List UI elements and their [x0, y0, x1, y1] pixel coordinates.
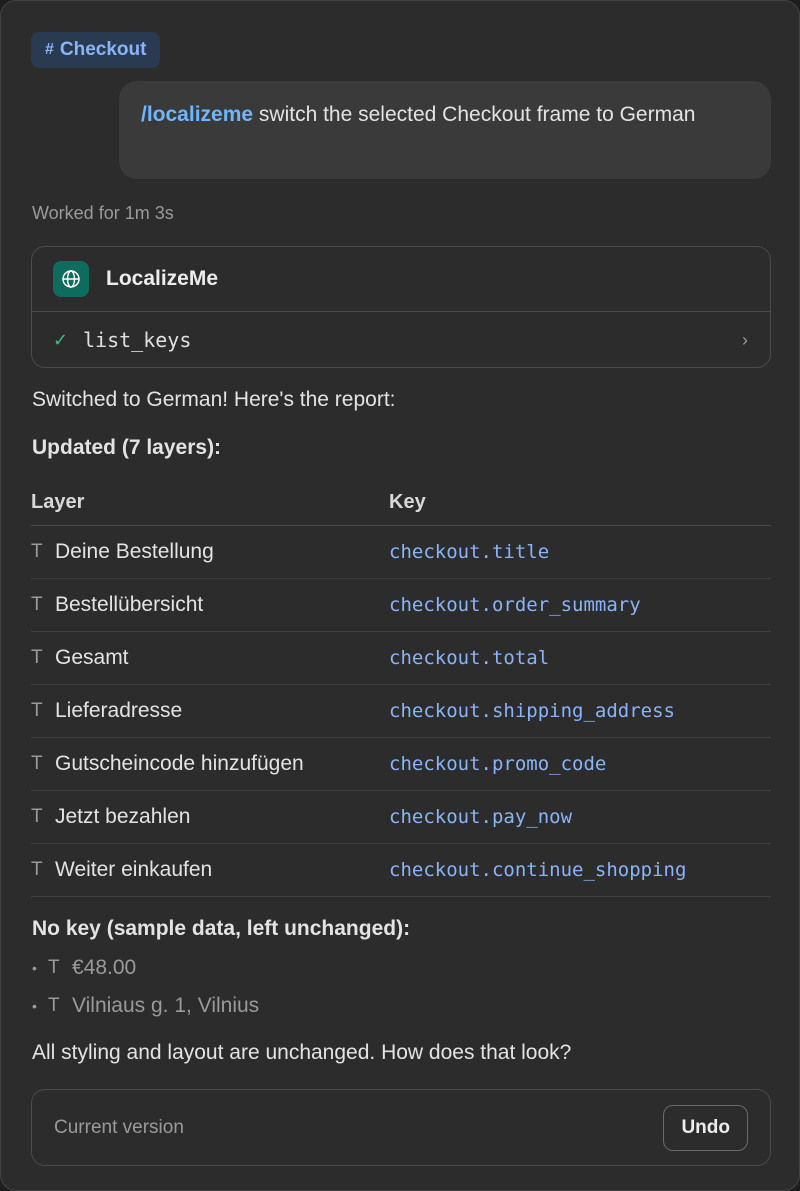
response-closing: All styling and layout are unchanged. Ho…: [32, 1041, 572, 1064]
key-name: checkout.promo_code: [389, 753, 607, 775]
table-row[interactable]: T Gesamt checkout.total: [31, 632, 771, 685]
key-name: checkout.order_summary: [389, 594, 641, 616]
table-row[interactable]: T Bestellübersicht checkout.order_summary: [31, 579, 771, 632]
updated-heading: Updated (7 layers):: [32, 436, 222, 459]
text-layer-icon: T: [31, 859, 43, 880]
bullet: •: [32, 960, 37, 976]
undo-button[interactable]: Undo: [663, 1104, 748, 1151]
message-text: switch the selected Checkout frame to Ge…: [258, 103, 696, 126]
layer-name: Jetzt bezahlen: [55, 805, 191, 828]
hash-icon: #: [45, 41, 54, 58]
layer-name: Deine Bestellung: [55, 540, 214, 563]
key-cell: checkout.total: [389, 647, 771, 669]
sample-value: €48.00: [72, 956, 137, 979]
layer-name: Lieferadresse: [55, 699, 183, 722]
text-layer-icon: T: [31, 700, 43, 721]
channel-chip[interactable]: # Checkout: [31, 32, 161, 68]
chevron-right-icon[interactable]: ›: [742, 330, 748, 351]
key-cell: checkout.title: [389, 541, 771, 563]
layer-cell: T Weiter einkaufen: [31, 858, 389, 882]
list-item: • T Vilniaus g. 1, Vilnius: [32, 987, 259, 1025]
header-key: Key: [389, 491, 426, 513]
tool-card: LocalizeMe ✓ list_keys ›: [31, 246, 771, 368]
key-name: checkout.continue_shopping: [389, 859, 687, 881]
user-message: /localizeme switch the selected Checkout…: [119, 81, 771, 179]
layer-name: Bestellübersicht: [55, 593, 204, 616]
channel-name: Checkout: [59, 39, 147, 60]
tool-call-row[interactable]: ✓ list_keys ›: [32, 312, 770, 367]
sample-value: Vilniaus g. 1, Vilnius: [72, 994, 260, 1017]
key-cell: checkout.shipping_address: [389, 700, 771, 722]
text-layer-icon: T: [31, 753, 43, 774]
table-row[interactable]: T Deine Bestellung checkout.title: [31, 526, 771, 579]
key-cell: checkout.order_summary: [389, 594, 771, 616]
text-layer-icon: T: [31, 647, 43, 668]
layer-cell: T Deine Bestellung: [31, 540, 389, 564]
table-row[interactable]: T Lieferadresse checkout.shipping_address: [31, 685, 771, 738]
layers-table: Layer Key T Deine Bestellung checkout.titl…: [31, 480, 771, 897]
text-layer-icon: T: [48, 957, 60, 978]
key-name: checkout.shipping_address: [389, 700, 675, 722]
key-name: checkout.title: [389, 541, 550, 563]
key-cell: checkout.continue_shopping: [389, 859, 771, 881]
table-header: Layer Key: [31, 480, 771, 526]
key-cell: checkout.promo_code: [389, 753, 771, 775]
globe-icon: [53, 261, 89, 297]
table-row[interactable]: T Weiter einkaufen checkout.continue_shopp…: [31, 844, 771, 897]
bullet: •: [32, 998, 37, 1014]
table-body: T Deine Bestellung checkout.title T Bestellü…: [31, 526, 771, 897]
key-name: checkout.pay_now: [389, 806, 573, 828]
text-layer-icon: T: [31, 806, 43, 827]
text-layer-icon: T: [48, 995, 60, 1016]
version-footer: Current version Undo: [31, 1089, 771, 1166]
tool-name: LocalizeMe: [106, 267, 219, 290]
tool-function-name: list_keys: [83, 328, 192, 352]
layer-cell: T Bestellübersicht: [31, 593, 389, 617]
check-icon: ✓: [53, 329, 69, 350]
layer-name: Gesamt: [55, 646, 129, 669]
layer-cell: T Lieferadresse: [31, 699, 389, 723]
layer-name: Gutscheincode hinzufügen: [55, 752, 304, 775]
slash-command[interactable]: /localizeme: [141, 103, 253, 126]
nokey-heading: No key (sample data, left unchanged):: [32, 917, 411, 940]
tool-header: LocalizeMe: [32, 247, 770, 312]
key-name: checkout.total: [389, 647, 550, 669]
layer-name: Weiter einkaufen: [55, 858, 213, 881]
nokey-list: • T €48.00 • T Vilniaus g. 1, Vilnius: [32, 949, 259, 1025]
header-layer: Layer: [31, 491, 85, 513]
list-item: • T €48.00: [32, 949, 259, 987]
key-cell: checkout.pay_now: [389, 806, 771, 828]
table-row[interactable]: T Jetzt bezahlen checkout.pay_now: [31, 791, 771, 844]
text-layer-icon: T: [31, 594, 43, 615]
version-label: Current version: [54, 1116, 184, 1138]
response-intro: Switched to German! Here's the report:: [32, 388, 396, 411]
text-layer-icon: T: [31, 541, 43, 562]
layer-cell: T Jetzt bezahlen: [31, 805, 389, 829]
layer-cell: T Gesamt: [31, 646, 389, 670]
worked-duration: Worked for 1m 3s: [32, 203, 174, 223]
layer-cell: T Gutscheincode hinzufügen: [31, 752, 389, 776]
chat-panel: # Checkout /localizeme switch the select…: [0, 0, 800, 1191]
table-row[interactable]: T Gutscheincode hinzufügen checkout.promo_…: [31, 738, 771, 791]
